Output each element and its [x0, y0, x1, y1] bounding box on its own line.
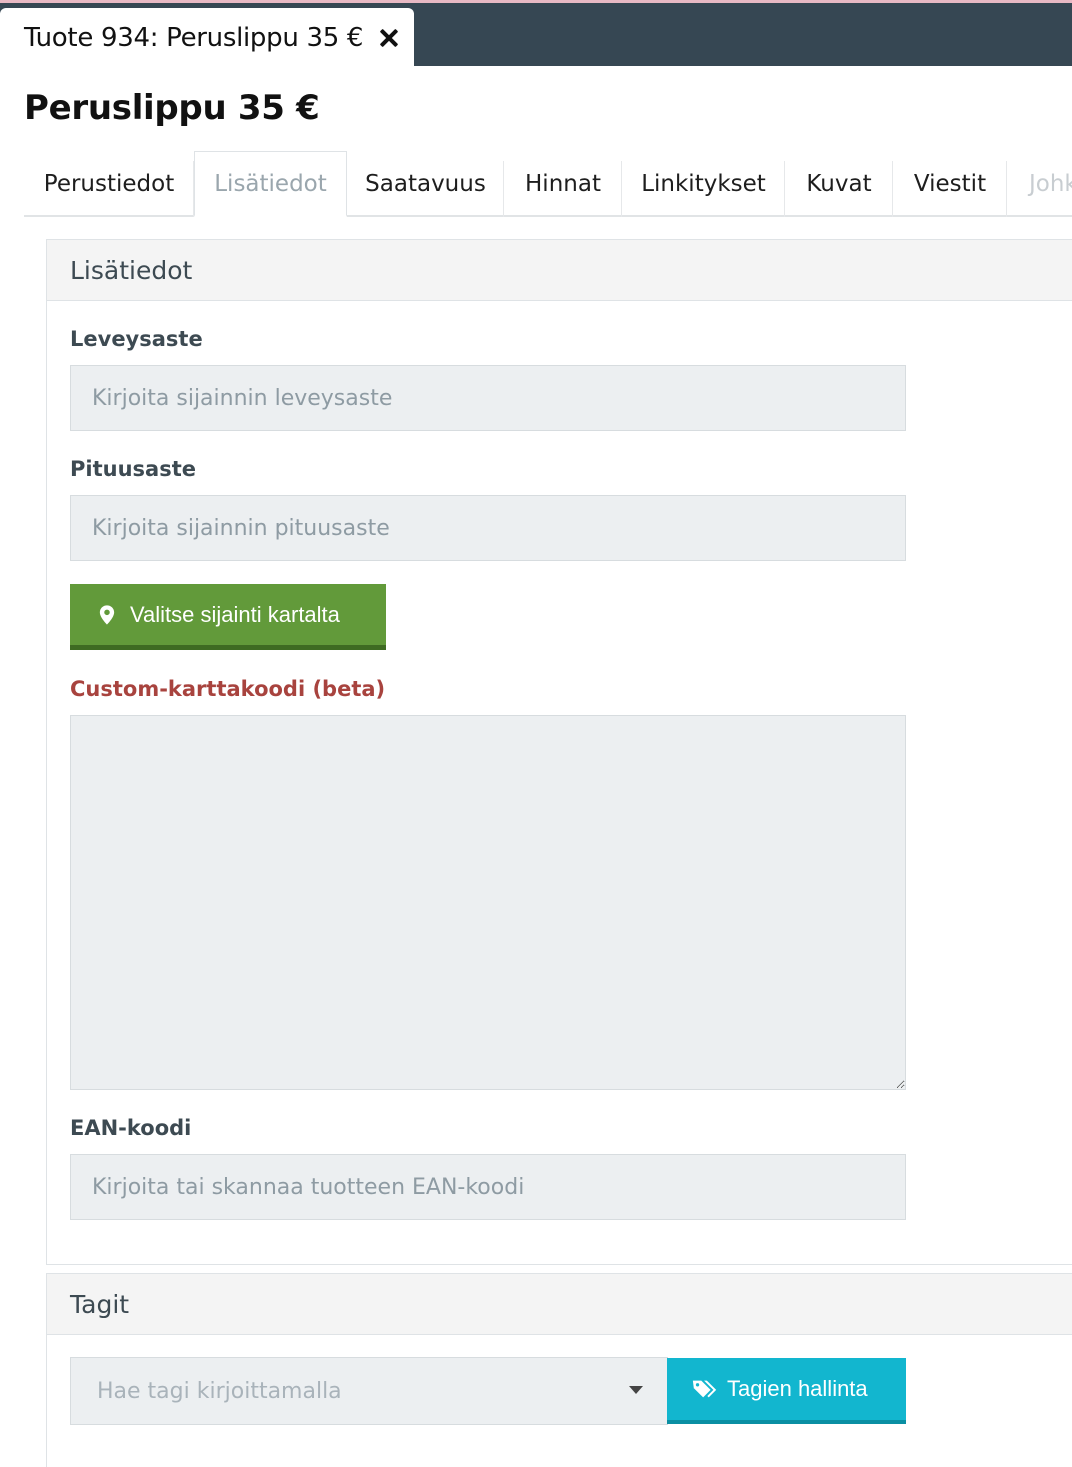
map-marker-icon [99, 604, 115, 625]
tag-search-placeholder: Hae tagi kirjoittamalla [97, 1378, 342, 1404]
close-icon[interactable] [377, 26, 401, 50]
latitude-label: Leveysaste [70, 327, 203, 351]
tab-johk[interactable]: Johk [1021, 151, 1072, 217]
tags-icon [692, 1380, 717, 1398]
tag-search-select[interactable]: Hae tagi kirjoittamalla [70, 1357, 668, 1425]
tab-lisatiedot[interactable]: Lisätiedot [194, 151, 347, 217]
custom-map-code-textarea[interactable] [70, 715, 906, 1090]
tab-saatavuus[interactable]: Saatavuus [347, 151, 504, 217]
document-tab-title: Tuote 934: Peruslippu 35 € [24, 23, 364, 53]
tab-hinnat[interactable]: Hinnat [504, 151, 622, 217]
manage-tags-label: Tagien hallinta [727, 1376, 868, 1401]
chevron-down-icon [629, 1386, 643, 1394]
longitude-label: Pituusaste [70, 457, 196, 481]
page-title: Peruslippu 35 € [24, 88, 320, 128]
document-tab[interactable]: Tuote 934: Peruslippu 35 € [0, 8, 414, 68]
select-location-on-map-label: Valitse sijainti kartalta [130, 601, 340, 627]
tags-panel-title: Tagit [47, 1274, 1072, 1335]
longitude-input[interactable] [70, 495, 906, 561]
tab-bar: Perustiedot Lisätiedot Saatavuus Hinnat … [24, 151, 1072, 217]
custom-map-code-label: Custom-karttakoodi (beta) [70, 677, 386, 701]
ean-code-label: EAN-koodi [70, 1116, 192, 1140]
tab-kuvat[interactable]: Kuvat [785, 151, 893, 217]
ean-code-input[interactable] [70, 1154, 906, 1220]
select-location-on-map-button[interactable]: Valitse sijainti kartalta [70, 584, 386, 650]
tab-linkitykset[interactable]: Linkitykset [622, 151, 785, 217]
manage-tags-button[interactable]: Tagien hallinta [667, 1358, 906, 1424]
tab-perustiedot[interactable]: Perustiedot [24, 151, 194, 217]
details-panel-title: Lisätiedot [47, 240, 1072, 301]
tab-viestit[interactable]: Viestit [893, 151, 1007, 217]
latitude-input[interactable] [70, 365, 906, 431]
